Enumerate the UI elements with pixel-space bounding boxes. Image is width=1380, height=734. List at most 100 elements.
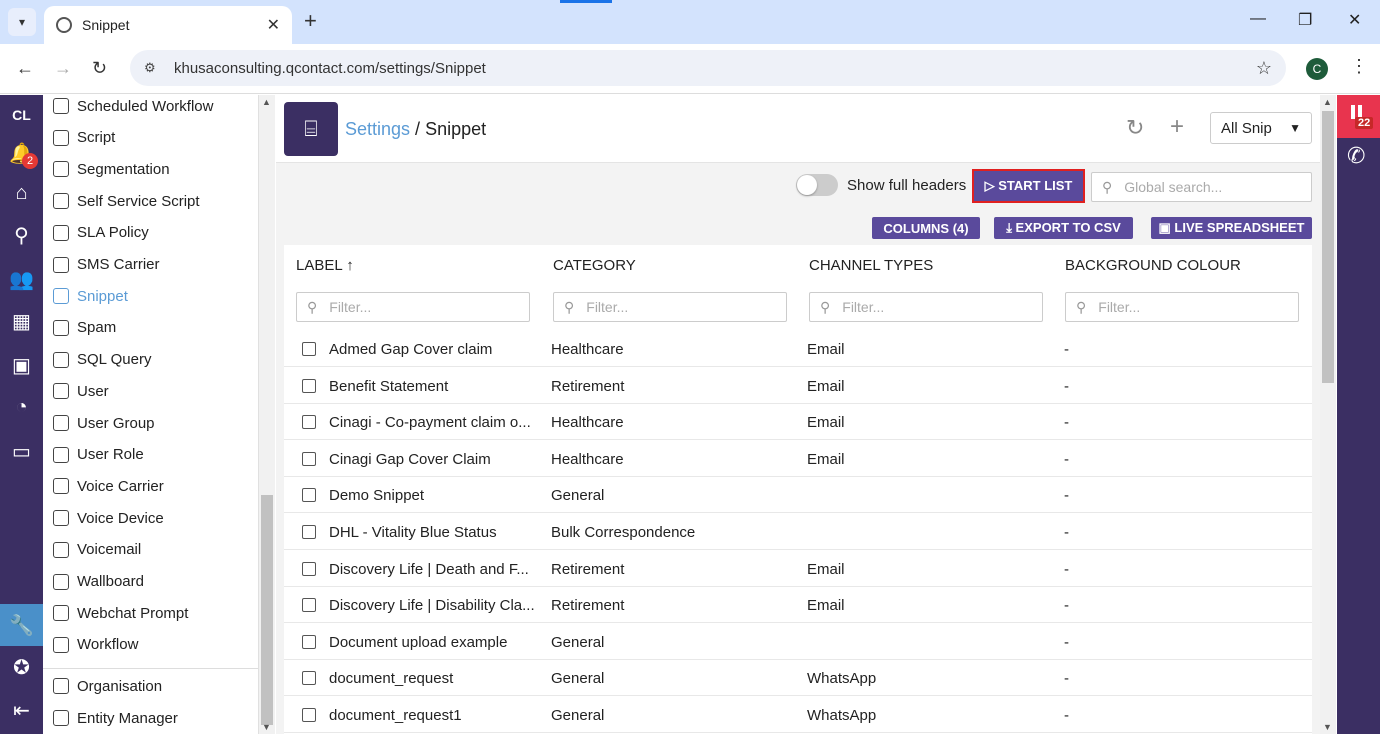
menu-item-script[interactable]: Script	[43, 123, 258, 153]
menu-item-wallboard[interactable]: Wallboard	[43, 567, 258, 597]
start-list-button[interactable]: ▷ START LIST	[972, 169, 1085, 203]
cell-bg: -	[1064, 633, 1069, 651]
site-info-icon[interactable]: ⚙	[144, 60, 162, 76]
table-row[interactable]: Admed Gap Cover claim Healthcare Email -	[284, 331, 1312, 367]
cell-category: Healthcare	[551, 414, 624, 432]
browser-tab[interactable]: Snippet ✕	[44, 6, 292, 44]
menu-item-entity-manager[interactable]: Entity Manager	[43, 703, 258, 733]
url-field[interactable]: ⚙ khusaconsulting.qcontact.com/settings/…	[130, 50, 1286, 86]
menu-item-snippet[interactable]: Snippet	[43, 281, 258, 311]
table-row[interactable]: DHL - Vitality Blue Status Bulk Correspon…	[284, 514, 1312, 550]
menu-item-self-service-script[interactable]: Self Service Script	[43, 186, 258, 216]
maximize-button[interactable]: ❐	[1298, 10, 1312, 30]
add-icon[interactable]: +	[1170, 113, 1184, 141]
table-row[interactable]: Demo Snippet General -	[284, 477, 1312, 514]
column-header-label[interactable]: LABEL ↑	[296, 257, 354, 274]
table-row[interactable]: document_request1 General WhatsApp -	[284, 697, 1312, 733]
app-nav-rail: CL 🔔 2 ⌂ ⚲ 👥 ▦ ▣ ◔ ▭ 🔧 ✪ ⇤	[0, 95, 43, 734]
cell-bg: -	[1064, 707, 1069, 724]
table-row[interactable]: Discovery Life | Death and F... Retiremen…	[284, 551, 1312, 587]
breadcrumb-settings-link[interactable]: Settings	[345, 119, 410, 139]
scroll-up-icon[interactable]: ▲	[1323, 97, 1332, 107]
help-icon[interactable]: ✪	[0, 647, 43, 687]
monitor-icon[interactable]: ▭	[0, 431, 43, 471]
menu-item-user[interactable]: User	[43, 376, 258, 406]
export-csv-button[interactable]: ⤓ EXPORT TO CSV	[994, 217, 1133, 239]
close-window-button[interactable]: ✕	[1348, 10, 1361, 30]
live-spreadsheet-button[interactable]: ▣ LIVE SPREADSHEET	[1151, 217, 1312, 239]
menu-scroll-thumb[interactable]	[261, 495, 273, 725]
category-filter-input[interactable]: ⚲ Filter...	[553, 292, 787, 322]
tab-close-icon[interactable]: ✕	[267, 15, 280, 35]
brand-logo[interactable]: CL	[0, 95, 43, 135]
channel-filter-input[interactable]: ⚲ Filter...	[809, 292, 1043, 322]
briefcase-icon[interactable]: ▣	[0, 345, 43, 385]
scroll-up-icon[interactable]: ▲	[262, 97, 271, 107]
table-row[interactable]: document_request General WhatsApp -	[284, 660, 1312, 697]
search-icon: ⚲	[1076, 298, 1087, 315]
logout-icon[interactable]: ⇤	[0, 690, 43, 730]
tab-search-button[interactable]: ▾	[8, 8, 36, 36]
main-scrollbar[interactable]: ▲ ▼	[1320, 95, 1336, 734]
toggle-knob	[797, 175, 817, 195]
queue-button[interactable]: 22	[1337, 95, 1380, 138]
wrench-icon[interactable]: 🔧	[0, 604, 43, 646]
table-row[interactable]: Cinagi Gap Cover Claim Healthcare Email -	[284, 441, 1312, 477]
building-icon[interactable]: ▦	[0, 301, 43, 341]
table-row[interactable]: Document upload example General -	[284, 624, 1312, 660]
menu-item-voicemail[interactable]: Voicemail	[43, 535, 258, 565]
label-filter-input[interactable]: ⚲ Filter...	[296, 292, 530, 322]
menu-item-sla-policy[interactable]: SLA Policy	[43, 218, 258, 248]
column-header-channel-types[interactable]: CHANNEL TYPES	[809, 257, 933, 274]
new-tab-button[interactable]: +	[304, 8, 317, 34]
cell-bg: -	[1064, 487, 1069, 505]
menu-item-sql-query[interactable]: SQL Query	[43, 345, 258, 375]
profile-avatar[interactable]: C	[1306, 58, 1328, 80]
browser-menu-icon[interactable]: ⋮	[1350, 56, 1368, 77]
home-icon[interactable]: ⌂	[0, 173, 43, 213]
menu-item-user-role[interactable]: User Role	[43, 440, 258, 470]
column-header-background-colour[interactable]: BACKGROUND COLOUR	[1065, 257, 1241, 274]
scroll-down-icon[interactable]: ▼	[262, 722, 271, 732]
full-headers-toggle[interactable]	[796, 174, 838, 196]
menu-item-organisation[interactable]: Organisation	[43, 671, 258, 701]
cell-category: Retirement	[551, 377, 625, 395]
view-select[interactable]: All Snip ▼	[1210, 112, 1312, 144]
search-icon[interactable]: ⚲	[0, 215, 43, 255]
table-row[interactable]: Benefit Statement Retirement Email -	[284, 368, 1312, 404]
menu-item-scheduled-workflow[interactable]: Scheduled Workflow	[43, 95, 258, 121]
columns-button[interactable]: COLUMNS (4)	[872, 217, 980, 239]
menu-item-label: Snippet	[77, 287, 128, 305]
menu-item-voice-carrier[interactable]: Voice Carrier	[43, 471, 258, 501]
menu-item-spam[interactable]: Spam	[43, 313, 258, 343]
background-filter-input[interactable]: ⚲ Filter...	[1065, 292, 1299, 322]
menu-scrollbar[interactable]: ▲ ▼	[259, 95, 275, 734]
pie-chart-icon[interactable]: ◔	[0, 387, 43, 427]
menu-item-webchat-prompt[interactable]: Webchat Prompt	[43, 598, 258, 628]
menu-item-user-group[interactable]: User Group	[43, 408, 258, 438]
main-scroll-thumb[interactable]	[1322, 111, 1334, 383]
minimize-button[interactable]: —	[1250, 10, 1266, 28]
menu-item-sms-carrier[interactable]: SMS Carrier	[43, 250, 258, 280]
bookmark-star-icon[interactable]: ☆	[1256, 58, 1272, 79]
cell-channel: Email	[807, 414, 845, 432]
back-button[interactable]: ←	[16, 58, 34, 79]
phone-icon[interactable]: ✆	[1347, 143, 1365, 169]
scroll-down-icon[interactable]: ▼	[1323, 722, 1332, 732]
contacts-icon[interactable]: 👥	[0, 259, 43, 299]
menu-item-segmentation[interactable]: Segmentation	[43, 154, 258, 184]
menu-item-voice-device[interactable]: Voice Device	[43, 503, 258, 533]
menu-item-label: Spam	[77, 319, 117, 337]
menu-item-workflow[interactable]: Workflow	[43, 630, 258, 660]
global-search-input[interactable]: ⚲ Global search...	[1091, 172, 1312, 202]
table-row[interactable]: Cinagi - Co-payment claim o... Healthcare…	[284, 404, 1312, 441]
refresh-icon[interactable]: ↻	[1126, 115, 1144, 141]
cell-bg: -	[1064, 450, 1069, 468]
table-row[interactable]: Discovery Life | Disability Cla... Retire…	[284, 587, 1312, 624]
column-header-category[interactable]: CATEGORY	[553, 257, 636, 274]
notification-badge: 2	[22, 153, 38, 169]
bell-icon[interactable]: 🔔	[0, 133, 43, 173]
reload-button[interactable]: ↻	[92, 58, 107, 79]
forward-button[interactable]: →	[54, 58, 72, 79]
cell-label: Cinagi - Co-payment claim o...	[329, 414, 531, 432]
